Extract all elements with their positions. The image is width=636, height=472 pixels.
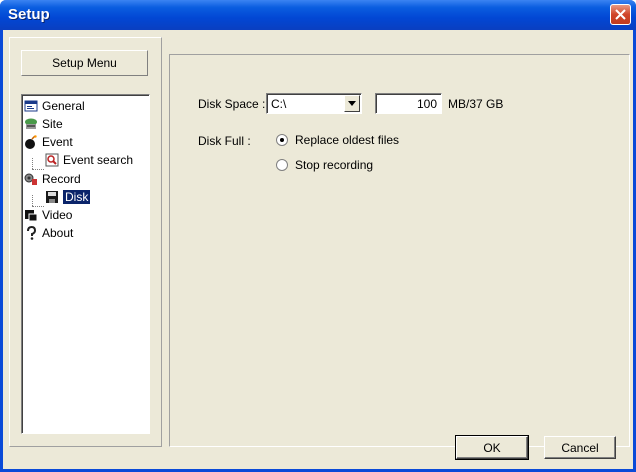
drive-select-value: C:\ (271, 97, 287, 111)
radio-label: Stop recording (295, 158, 374, 172)
disk-space-label: Disk Space : (198, 97, 266, 111)
tree-item-label: About (42, 226, 74, 240)
tree-item-label: Site (42, 117, 63, 131)
close-icon (615, 9, 626, 20)
cancel-button[interactable]: Cancel (544, 436, 616, 459)
tree-item-label: Video (42, 208, 73, 222)
radio-button[interactable] (276, 159, 288, 171)
event-search-icon (45, 153, 59, 167)
drive-dropdown-button[interactable] (344, 95, 360, 112)
site-icon (25, 118, 37, 129)
tree-item-disk[interactable]: Disk (45, 188, 91, 206)
tree-item-general[interactable]: General (24, 97, 85, 115)
tree-item-about[interactable]: About (24, 224, 73, 242)
tree-item-label: Record (42, 172, 81, 186)
video-icon (25, 210, 38, 222)
radio-stop-recording[interactable]: Stop recording (276, 158, 373, 172)
chevron-down-icon (348, 101, 356, 106)
radio-label: Replace oldest files (295, 133, 400, 147)
setup-tree[interactable]: General Site Event Event search Record D… (21, 94, 150, 434)
disk-size-input[interactable]: 100 (375, 93, 442, 114)
tree-item-video[interactable]: Video (24, 206, 72, 224)
general-icon (24, 100, 38, 112)
about-icon (27, 226, 37, 240)
tree-item-label: General (42, 99, 85, 113)
disk-icon (46, 191, 58, 203)
disk-full-label: Disk Full : (198, 134, 251, 148)
radio-replace-oldest[interactable]: Replace oldest files (276, 133, 399, 147)
tree-item-label: Event search (63, 153, 134, 167)
tree-item-event[interactable]: Event (24, 133, 73, 151)
radio-button-checked[interactable] (276, 134, 288, 146)
tree-item-label: Event (42, 135, 73, 149)
disk-size-unit: MB/37 GB (448, 97, 504, 111)
tree-item-label: Disk (63, 190, 91, 204)
tree-item-event-search[interactable]: Event search (45, 151, 133, 169)
tree-item-record[interactable]: Record (24, 170, 81, 188)
title-bar[interactable]: Setup (0, 0, 636, 30)
window-title: Setup (8, 6, 50, 23)
setup-menu-button[interactable]: Setup Menu (21, 50, 148, 76)
tree-item-site[interactable]: Site (24, 115, 63, 133)
record-icon (24, 173, 37, 185)
close-button[interactable] (610, 4, 631, 25)
drive-select[interactable]: C:\ (266, 93, 362, 114)
ok-button[interactable]: OK (455, 435, 529, 460)
event-icon (25, 135, 37, 149)
